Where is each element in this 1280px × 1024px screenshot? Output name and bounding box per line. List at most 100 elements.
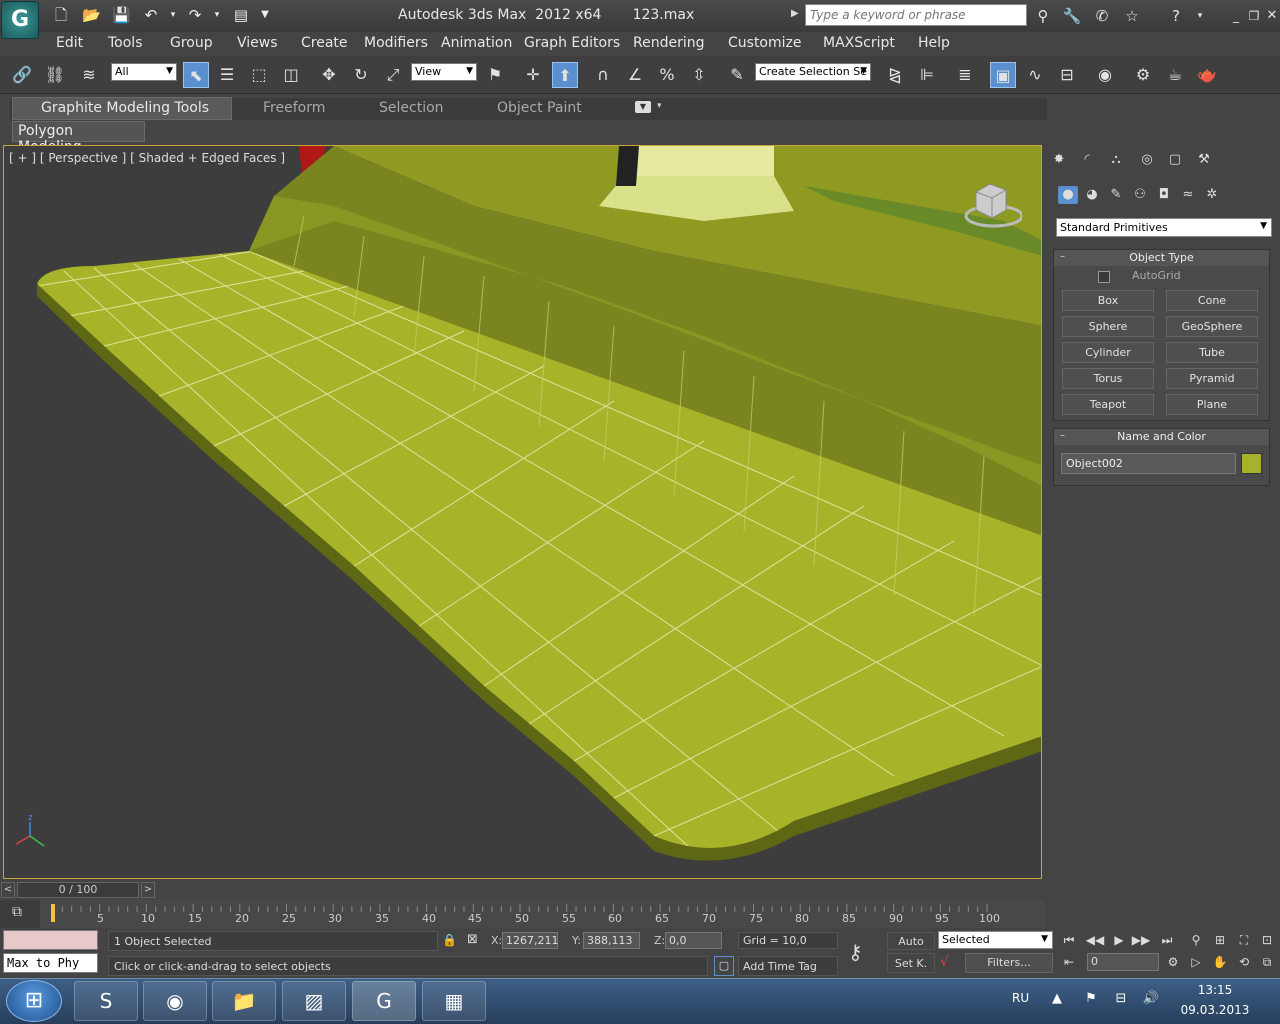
selection-filter-dropdown[interactable]: All <box>111 63 177 81</box>
close-icon[interactable]: ✕ <box>1262 6 1280 26</box>
schematic-view-icon[interactable]: ⊟ <box>1054 62 1080 88</box>
plane-button[interactable]: Plane <box>1166 394 1258 415</box>
select-manipulate-icon[interactable]: ✛ <box>520 62 546 88</box>
geosphere-button[interactable]: GeoSphere <box>1166 316 1258 337</box>
next-key-icon[interactable]: ▶▶ <box>1130 931 1152 949</box>
named-selection-dropdown[interactable]: Create Selection Se <box>755 63 871 81</box>
binoculars-icon[interactable]: ⚲ <box>1033 6 1053 26</box>
key-mode-toggle-icon[interactable]: ⇤ <box>1058 953 1080 971</box>
maximize-viewport-icon[interactable]: ⧉ <box>1256 953 1278 971</box>
spinner-snap-icon[interactable]: ⇳ <box>686 62 712 88</box>
zoom-extents-all-icon[interactable]: ⊡ <box>1256 931 1278 949</box>
next-frame-button[interactable]: > <box>141 882 155 898</box>
perspective-viewport[interactable]: z [ + ] [ Perspective ] [ Shaded + Edged… <box>3 145 1042 879</box>
rollout-collapse-icon[interactable]: – <box>1060 430 1065 441</box>
menu-modifiers[interactable]: Modifiers <box>364 35 428 51</box>
box-button[interactable]: Box <box>1062 290 1154 311</box>
zoom-icon[interactable]: ⚲ <box>1185 931 1207 949</box>
previous-frame-button[interactable]: < <box>1 882 15 898</box>
scene-mesh[interactable]: z <box>4 146 1042 879</box>
chrome-icon[interactable]: ◉ <box>143 981 207 1021</box>
layer-manager-icon[interactable]: ≣ <box>952 62 978 88</box>
isolate-selection-icon[interactable]: ▢ <box>714 956 734 976</box>
modify-tab-icon[interactable]: ◜ <box>1076 150 1098 170</box>
rollout-collapse-icon[interactable]: – <box>1060 251 1065 262</box>
unlink-selection-icon[interactable]: ⛓ <box>42 62 68 88</box>
cone-button[interactable]: Cone <box>1166 290 1258 311</box>
shapes-category-icon[interactable]: ◕ <box>1082 186 1102 204</box>
tube-button[interactable]: Tube <box>1166 342 1258 363</box>
monitoring-app-icon[interactable]: ▦ <box>422 981 486 1021</box>
3ds-max-task-icon[interactable]: G <box>352 981 416 1021</box>
rendered-frame-window-icon[interactable]: ☕ <box>1162 62 1188 88</box>
pyramid-button[interactable]: Pyramid <box>1166 368 1258 389</box>
tab-selection[interactable]: Selection <box>379 100 444 116</box>
zoom-extents-icon[interactable]: ⛶ <box>1233 931 1255 949</box>
minimize-icon[interactable]: _ <box>1226 6 1246 26</box>
set-key-icon[interactable]: ⚷ <box>848 940 863 964</box>
sphere-button[interactable]: Sphere <box>1062 316 1154 337</box>
menu-animation[interactable]: Animation <box>441 35 512 51</box>
redo-icon[interactable]: ↷ <box>186 6 204 24</box>
autogrid-checkbox[interactable] <box>1098 271 1110 283</box>
menu-rendering[interactable]: Rendering <box>633 35 705 51</box>
show-hidden-icons-icon[interactable]: ▲ <box>1048 990 1066 1008</box>
go-to-end-icon[interactable]: ⏭ <box>1156 931 1178 949</box>
absolute-offset-mode-icon[interactable]: ⊠ <box>467 932 478 947</box>
orbit-icon[interactable]: ⟲ <box>1233 953 1255 971</box>
undo-icon[interactable]: ↶ <box>142 6 160 24</box>
save-file-icon[interactable]: 💾 <box>112 6 131 24</box>
select-and-rotate-icon[interactable]: ↻ <box>348 62 374 88</box>
selection-lock-icon[interactable]: 🔒 <box>442 933 457 947</box>
menu-views[interactable]: Views <box>237 35 278 51</box>
clock-time[interactable]: 13:15 <box>1180 983 1250 997</box>
menu-help[interactable]: Help <box>918 35 950 51</box>
quick-access-dropdown-icon[interactable]: ▼ <box>256 6 274 24</box>
current-frame-field[interactable]: 0 <box>1087 953 1159 971</box>
key-filters-button[interactable]: Filters... <box>965 953 1053 973</box>
tab-graphite-modeling-tools[interactable]: Graphite Modeling Tools <box>41 100 209 116</box>
time-slider-thumb[interactable]: 0 / 100 <box>17 882 139 898</box>
render-production-icon[interactable]: 🫖 <box>1194 62 1220 88</box>
motion-tab-icon[interactable]: ◎ <box>1136 150 1158 170</box>
favorites-star-icon[interactable]: ☆ <box>1122 6 1142 26</box>
key-filter-dropdown[interactable]: Selected <box>938 931 1053 949</box>
menu-group[interactable]: Group <box>170 35 213 51</box>
object-color-swatch[interactable] <box>1241 453 1262 474</box>
maxscript-mini-listener[interactable]: Max to Phy <box>3 953 98 973</box>
cameras-category-icon[interactable]: ⚇ <box>1130 186 1150 204</box>
help-icon[interactable]: ? <box>1166 6 1186 26</box>
keyboard-shortcut-override-icon[interactable]: ⬆ <box>552 62 578 88</box>
maxscript-listener-output[interactable] <box>3 930 98 950</box>
cylinder-button[interactable]: Cylinder <box>1062 342 1154 363</box>
create-tab-icon[interactable]: ✸ <box>1048 150 1070 170</box>
communication-center-icon[interactable]: ✆ <box>1092 6 1112 26</box>
menu-edit[interactable]: Edit <box>56 35 83 51</box>
add-time-tag-button[interactable]: Add Time Tag <box>738 956 838 976</box>
infocenter-search-input[interactable] <box>805 4 1027 26</box>
undo-dropdown-icon[interactable]: ▾ <box>164 6 182 24</box>
torus-button[interactable]: Torus <box>1062 368 1154 389</box>
search-expand-icon[interactable]: ▶ <box>791 8 799 19</box>
field-of-view-icon[interactable]: ▷ <box>1185 953 1207 971</box>
go-to-start-icon[interactable]: ⏮ <box>1058 931 1080 949</box>
angle-snap-icon[interactable]: ∠ <box>622 62 648 88</box>
reference-coordinate-dropdown[interactable]: View <box>411 63 477 81</box>
percent-snap-icon[interactable]: % <box>654 62 680 88</box>
utilities-tab-icon[interactable]: ⚒ <box>1193 150 1215 170</box>
time-configuration-icon[interactable]: ⚙ <box>1162 953 1184 971</box>
subscription-icon[interactable]: 🔧 <box>1062 6 1082 26</box>
input-language-indicator[interactable]: RU <box>1012 991 1029 1005</box>
application-menu-button[interactable]: G <box>1 1 39 39</box>
hierarchy-tab-icon[interactable]: ⛬ <box>1105 150 1127 170</box>
file-explorer-icon[interactable]: 📁 <box>212 981 276 1021</box>
pivot-center-icon[interactable]: ⚑ <box>482 62 508 88</box>
network-icon[interactable]: ⊟ <box>1112 990 1130 1008</box>
restore-icon[interactable]: ❐ <box>1244 6 1264 26</box>
auto-key-button[interactable]: Auto <box>887 932 935 950</box>
clock-date[interactable]: 09.03.2013 <box>1180 1003 1250 1017</box>
tab-freeform[interactable]: Freeform <box>263 100 325 116</box>
window-crossing-icon[interactable]: ◫ <box>278 62 304 88</box>
previous-key-icon[interactable]: ◀◀ <box>1084 931 1106 949</box>
new-scene-icon[interactable]: 🗋 <box>52 6 70 24</box>
